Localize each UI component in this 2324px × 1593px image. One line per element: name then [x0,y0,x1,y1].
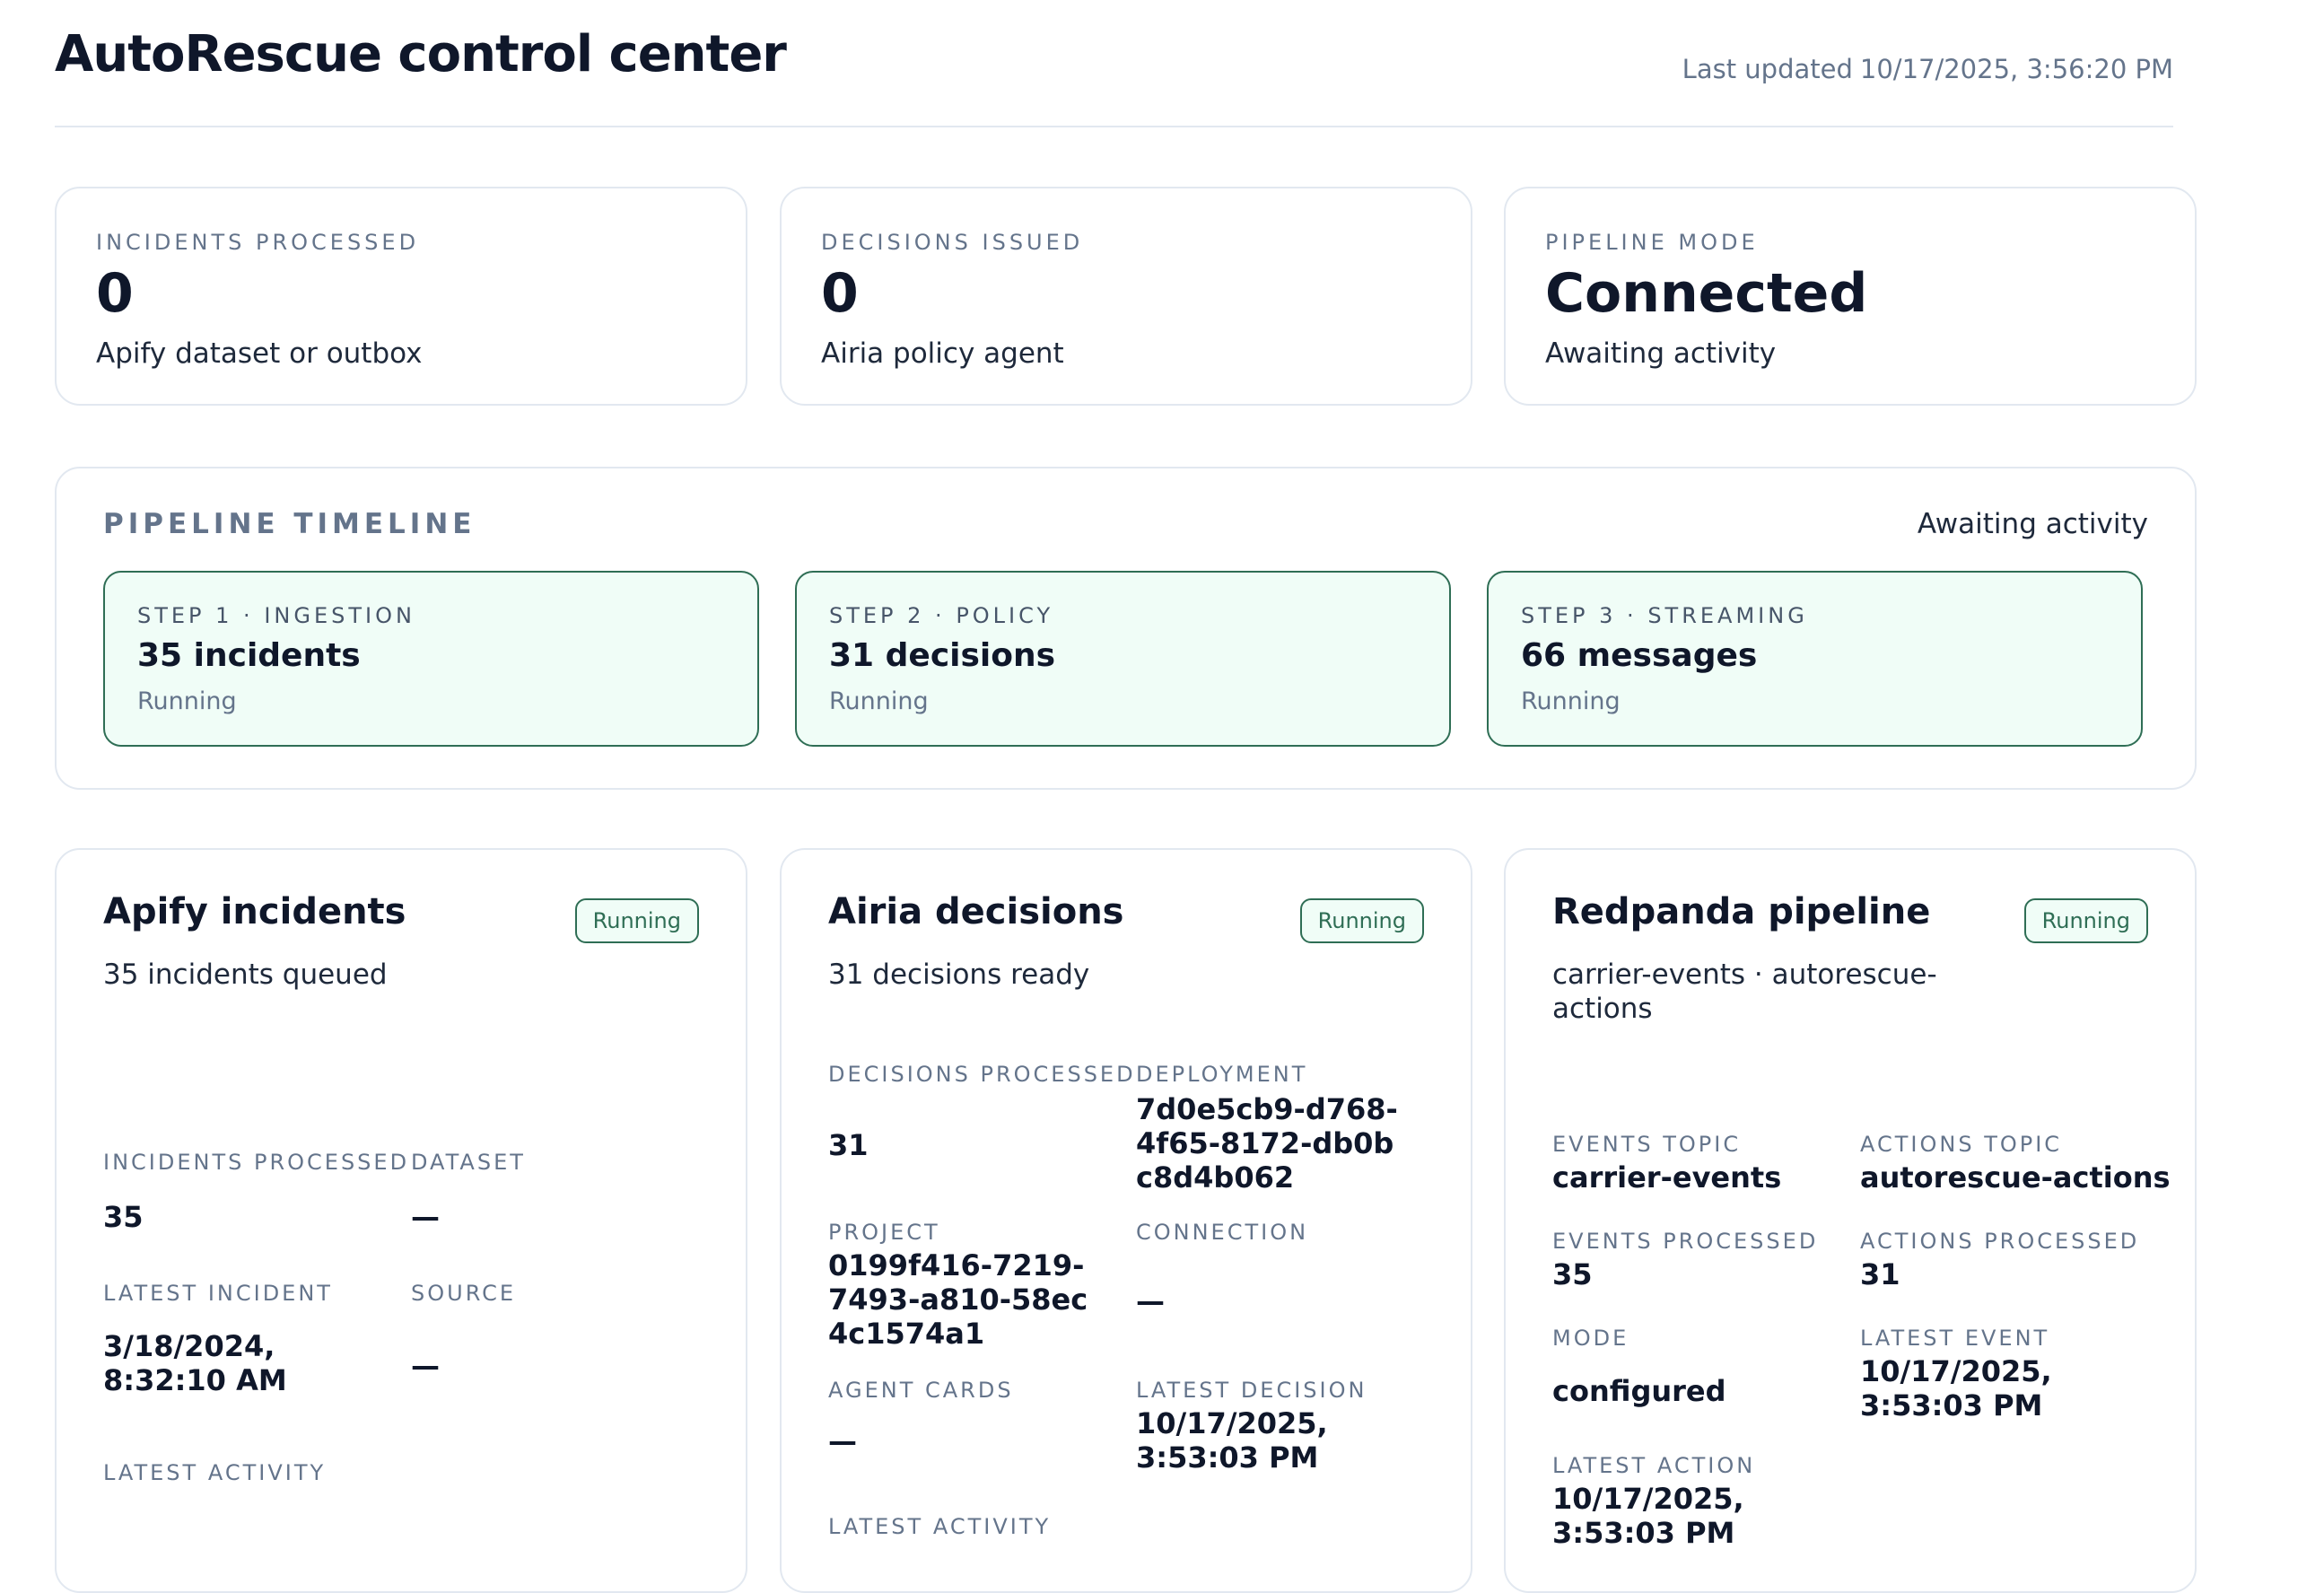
step-value: 35 incidents [137,637,361,674]
timeline-status: Awaiting activity [1917,508,2148,540]
stat-label: DECISIONS ISSUED [821,230,1084,255]
status-badge: Running [574,898,699,943]
actions-processed-value: 31 [1860,1257,1900,1291]
step-label: STEP 1 · INGESTION [137,603,415,628]
events-processed-value: 35 [1552,1257,1593,1291]
project-label: PROJECT [828,1220,940,1245]
panel-subtitle: 31 decisions ready [828,958,1090,991]
panel-subtitle: carrier-events · autorescue-actions [1552,958,1937,1025]
decisions-processed-label: DECISIONS PROCESSED [828,1062,1136,1087]
step-label: STEP 2 · POLICY [829,603,1054,628]
panel-title: Redpanda pipeline [1552,891,1931,932]
actions-topic-value: autorescue-actions [1860,1160,2171,1195]
latest-incident-label: LATEST INCIDENT [103,1281,333,1306]
latest-action-label: LATEST ACTION [1552,1453,1756,1478]
stat-card-decisions: DECISIONS ISSUED 0 Airia policy agent [780,187,1472,406]
stat-subtitle: Awaiting activity [1545,337,1777,370]
source-value: — [411,1349,440,1383]
incidents-processed-label: INCIDENTS PROCESSED [103,1150,410,1175]
actions-topic-label: ACTIONS TOPIC [1860,1132,2063,1157]
step-status: Running [1521,687,1621,715]
latest-activity-label: LATEST ACTIVITY [828,1514,1052,1539]
stat-label: INCIDENTS PROCESSED [96,230,420,255]
mode-value: configured [1552,1374,1726,1408]
step-value: 66 messages [1521,637,1758,674]
mode-label: MODE [1552,1326,1629,1351]
status-badge: Running [2023,898,2148,943]
stat-card-pipeline-mode: PIPELINE MODE Connected Awaiting activit… [1504,187,2197,406]
last-updated: Last updated 10/17/2025, 3:56:20 PM [1682,54,2173,84]
latest-decision-label: LATEST DECISION [1136,1378,1367,1403]
panel-subtitle: 35 incidents queued [103,958,388,991]
stat-subtitle: Airia policy agent [821,337,1064,370]
page-title: AutoRescue control center [55,25,787,83]
timeline-step-ingestion[interactable]: STEP 1 · INGESTION 35 incidents Running [103,571,759,747]
connection-label: CONNECTION [1136,1220,1309,1245]
latest-action-value: 10/17/2025, 3:53:03 PM [1552,1482,1744,1550]
agent-cards-value: — [828,1424,857,1458]
step-status: Running [829,687,929,715]
apify-incidents-panel: Apify incidents Running 35 incidents que… [55,848,747,1593]
latest-activity-label: LATEST ACTIVITY [103,1460,327,1485]
events-topic-label: EVENTS TOPIC [1552,1132,1742,1157]
agent-cards-label: AGENT CARDS [828,1378,1014,1403]
panel-title: Apify incidents [103,891,406,932]
deployment-label: DEPLOYMENT [1136,1062,1308,1087]
actions-processed-label: ACTIONS PROCESSED [1860,1229,2140,1254]
timeline-heading: PIPELINE TIMELINE [103,508,476,540]
events-topic-value: carrier-events [1552,1160,1782,1195]
connection-value: — [1136,1284,1165,1318]
decisions-processed-value: 31 [828,1128,869,1162]
step-status: Running [137,687,237,715]
dataset-label: DATASET [411,1150,526,1175]
last-updated-label: Last updated [1682,54,1853,84]
stat-subtitle: Apify dataset or outbox [96,337,423,370]
project-value: 0199f416-7219-7493-a810-58ec4c1574a1 [828,1248,1088,1351]
stat-label: PIPELINE MODE [1545,230,1759,255]
status-badge: Running [1299,898,1424,943]
timeline-step-streaming[interactable]: STEP 3 · STREAMING 66 messages Running [1487,571,2143,747]
stat-card-incidents: INCIDENTS PROCESSED 0 Apify dataset or o… [55,187,747,406]
latest-event-value: 10/17/2025, 3:53:03 PM [1860,1354,2052,1422]
redpanda-pipeline-panel: Redpanda pipeline Running carrier-events… [1504,848,2197,1593]
page-header: AutoRescue control center Last updated 10… [55,0,2173,127]
latest-decision-value: 10/17/2025, 3:53:03 PM [1136,1406,1328,1475]
step-label: STEP 3 · STREAMING [1521,603,1808,628]
events-processed-label: EVENTS PROCESSED [1552,1229,1819,1254]
timeline-step-policy[interactable]: STEP 2 · POLICY 31 decisions Running [795,571,1451,747]
source-label: SOURCE [411,1281,517,1306]
latest-incident-value: 3/18/2024, 8:32:10 AM [103,1329,287,1397]
latest-event-label: LATEST EVENT [1860,1326,2050,1351]
pipeline-timeline: PIPELINE TIMELINE Awaiting activity STEP… [55,467,2197,790]
stat-value: 0 [96,262,134,325]
stat-value: 0 [821,262,859,325]
dataset-value: — [411,1200,440,1234]
step-value: 31 decisions [829,637,1056,674]
airia-decisions-panel: Airia decisions Running 31 decisions rea… [780,848,1472,1593]
incidents-processed-value: 35 [103,1200,144,1234]
panel-title: Airia decisions [828,891,1124,932]
last-updated-value: 10/17/2025, 3:56:20 PM [1859,54,2173,84]
deployment-value: 7d0e5cb9-d768-4f65-8172-db0bc8d4b062 [1136,1092,1398,1195]
stat-value: Connected [1545,262,1868,325]
